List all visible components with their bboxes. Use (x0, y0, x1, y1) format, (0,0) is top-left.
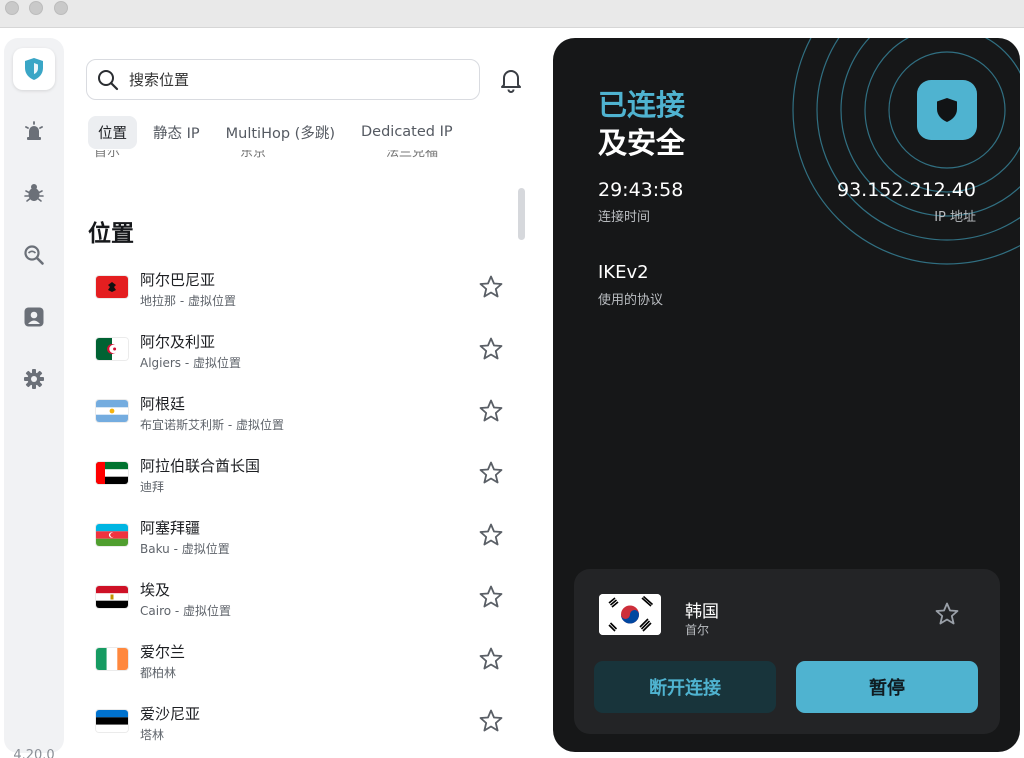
ireland-flag-icon (96, 648, 128, 670)
sidebar-item-alerts[interactable] (13, 110, 55, 152)
current-country: 韩国 (685, 602, 719, 622)
favorite-star-icon[interactable] (478, 522, 504, 548)
app-window: 4.20.0 位置 静态 IP MultiHop (多跳) Dedicated … (0, 28, 1024, 758)
magnifier-eye-icon (24, 245, 44, 265)
shield-icon (25, 58, 43, 80)
window-minimize-button[interactable] (29, 1, 43, 15)
bell-icon (501, 70, 521, 93)
notifications-button[interactable] (497, 66, 525, 94)
list-item[interactable]: 阿尔巴尼亚 地拉那 - 虚拟位置 (88, 266, 518, 328)
protocol-value: IKEv2 (598, 262, 649, 283)
sidebar-item-vpn[interactable] (13, 48, 55, 90)
location-tabs: 位置 静态 IP MultiHop (多跳) Dedicated IP (88, 115, 469, 149)
app-version: 4.20.0 (13, 748, 55, 758)
list-item[interactable]: 阿塞拜疆 Baku - 虚拟位置 (88, 514, 518, 576)
list-item[interactable]: 爱尔兰 都柏林 (88, 638, 518, 700)
location-city: Algiers - 虚拟位置 (140, 356, 242, 370)
location-city: 布宜诺斯艾利斯 - 虚拟位置 (140, 418, 284, 432)
location-city: 塔林 (140, 728, 165, 742)
location-name: 阿拉伯联合酋长国 (140, 457, 261, 475)
recent-location[interactable]: 东京 (240, 150, 266, 160)
tab-dedicated-ip[interactable]: Dedicated IP (351, 118, 463, 146)
argentina-flag-icon (96, 400, 128, 422)
disconnect-button[interactable]: 断开连接 (594, 661, 776, 713)
list-item[interactable]: 阿尔及利亚 Algiers - 虚拟位置 (88, 328, 518, 390)
connected-shield-badge (917, 80, 977, 140)
south-korea-flag-icon (599, 594, 661, 635)
sidebar-item-breach-scan[interactable] (13, 234, 55, 276)
location-city: Baku - 虚拟位置 (140, 542, 230, 556)
current-location-card: 韩国 首尔 断开连接 暂停 (574, 569, 1000, 734)
favorite-star-icon[interactable] (478, 274, 504, 300)
list-heading: 位置 (88, 221, 134, 247)
recent-location[interactable]: 首尔 (94, 150, 120, 160)
title-bar (0, 0, 1024, 28)
favorite-star-icon[interactable] (934, 601, 960, 627)
connection-panel: 已连接 及安全 29:43:58 连接时间 93.152.212.40 IP 地… (553, 38, 1020, 752)
favorite-star-icon[interactable] (478, 646, 504, 672)
connection-status-secure: 及安全 (598, 126, 686, 160)
search-input[interactable] (129, 70, 459, 89)
uae-flag-icon (96, 462, 128, 484)
search-box[interactable] (86, 59, 480, 100)
current-city: 首尔 (685, 623, 710, 637)
list-scrollbar[interactable] (518, 188, 525, 240)
recent-locations-row: 首尔 东京 法兰克福 (88, 150, 518, 162)
location-city: 迪拜 (140, 480, 165, 494)
ip-address-label: IP 地址 (934, 210, 976, 225)
sidebar-item-antivirus[interactable] (13, 172, 55, 214)
connection-status: 已连接 (598, 88, 686, 122)
location-name: 埃及 (140, 581, 171, 599)
bug-icon (24, 184, 44, 202)
tab-static-ip[interactable]: 静态 IP (143, 116, 210, 149)
search-icon (98, 69, 119, 90)
list-item[interactable]: 爱沙尼亚 塔林 (88, 700, 518, 758)
sidebar-item-account[interactable] (13, 296, 55, 338)
location-name: 阿根廷 (140, 395, 186, 413)
window-zoom-button[interactable] (54, 1, 68, 15)
location-name: 阿尔及利亚 (140, 333, 216, 351)
sidebar: 4.20.0 (4, 38, 64, 758)
favorite-star-icon[interactable] (478, 336, 504, 362)
recent-location[interactable]: 法兰克福 (386, 150, 438, 160)
location-name: 阿尔巴尼亚 (140, 271, 216, 289)
favorite-star-icon[interactable] (478, 460, 504, 486)
pause-button[interactable]: 暂停 (796, 661, 978, 713)
gear-icon (24, 369, 44, 389)
sidebar-item-settings[interactable] (13, 358, 55, 400)
account-icon (24, 307, 44, 327)
favorite-star-icon[interactable] (478, 584, 504, 610)
azerbaijan-flag-icon (96, 524, 128, 546)
albania-flag-icon (96, 276, 128, 298)
location-name: 阿塞拜疆 (140, 519, 201, 537)
location-city: 地拉那 - 虚拟位置 (140, 294, 236, 308)
algeria-flag-icon (96, 338, 128, 360)
egypt-flag-icon (96, 586, 128, 608)
connection-time: 29:43:58 (598, 179, 684, 201)
location-city: 都柏林 (140, 666, 177, 680)
ip-address: 93.152.212.40 (836, 179, 976, 201)
connection-time-label: 连接时间 (598, 210, 651, 225)
list-item[interactable]: 埃及 Cairo - 虚拟位置 (88, 576, 518, 638)
protocol-label: 使用的协议 (598, 293, 664, 308)
favorite-star-icon[interactable] (478, 708, 504, 734)
location-name: 爱尔兰 (140, 643, 186, 661)
location-name: 爱沙尼亚 (140, 705, 201, 723)
location-city: Cairo - 虚拟位置 (140, 604, 232, 618)
tab-multihop[interactable]: MultiHop (多跳) (216, 116, 345, 149)
list-item[interactable]: 阿拉伯联合酋长国 迪拜 (88, 452, 518, 514)
tab-locations[interactable]: 位置 (88, 115, 137, 149)
shield-icon (937, 98, 957, 122)
favorite-star-icon[interactable] (478, 398, 504, 424)
estonia-flag-icon (96, 710, 128, 732)
alarm-icon (25, 121, 43, 140)
list-item[interactable]: 阿根廷 布宜诺斯艾利斯 - 虚拟位置 (88, 390, 518, 452)
window-close-button[interactable] (5, 1, 19, 15)
